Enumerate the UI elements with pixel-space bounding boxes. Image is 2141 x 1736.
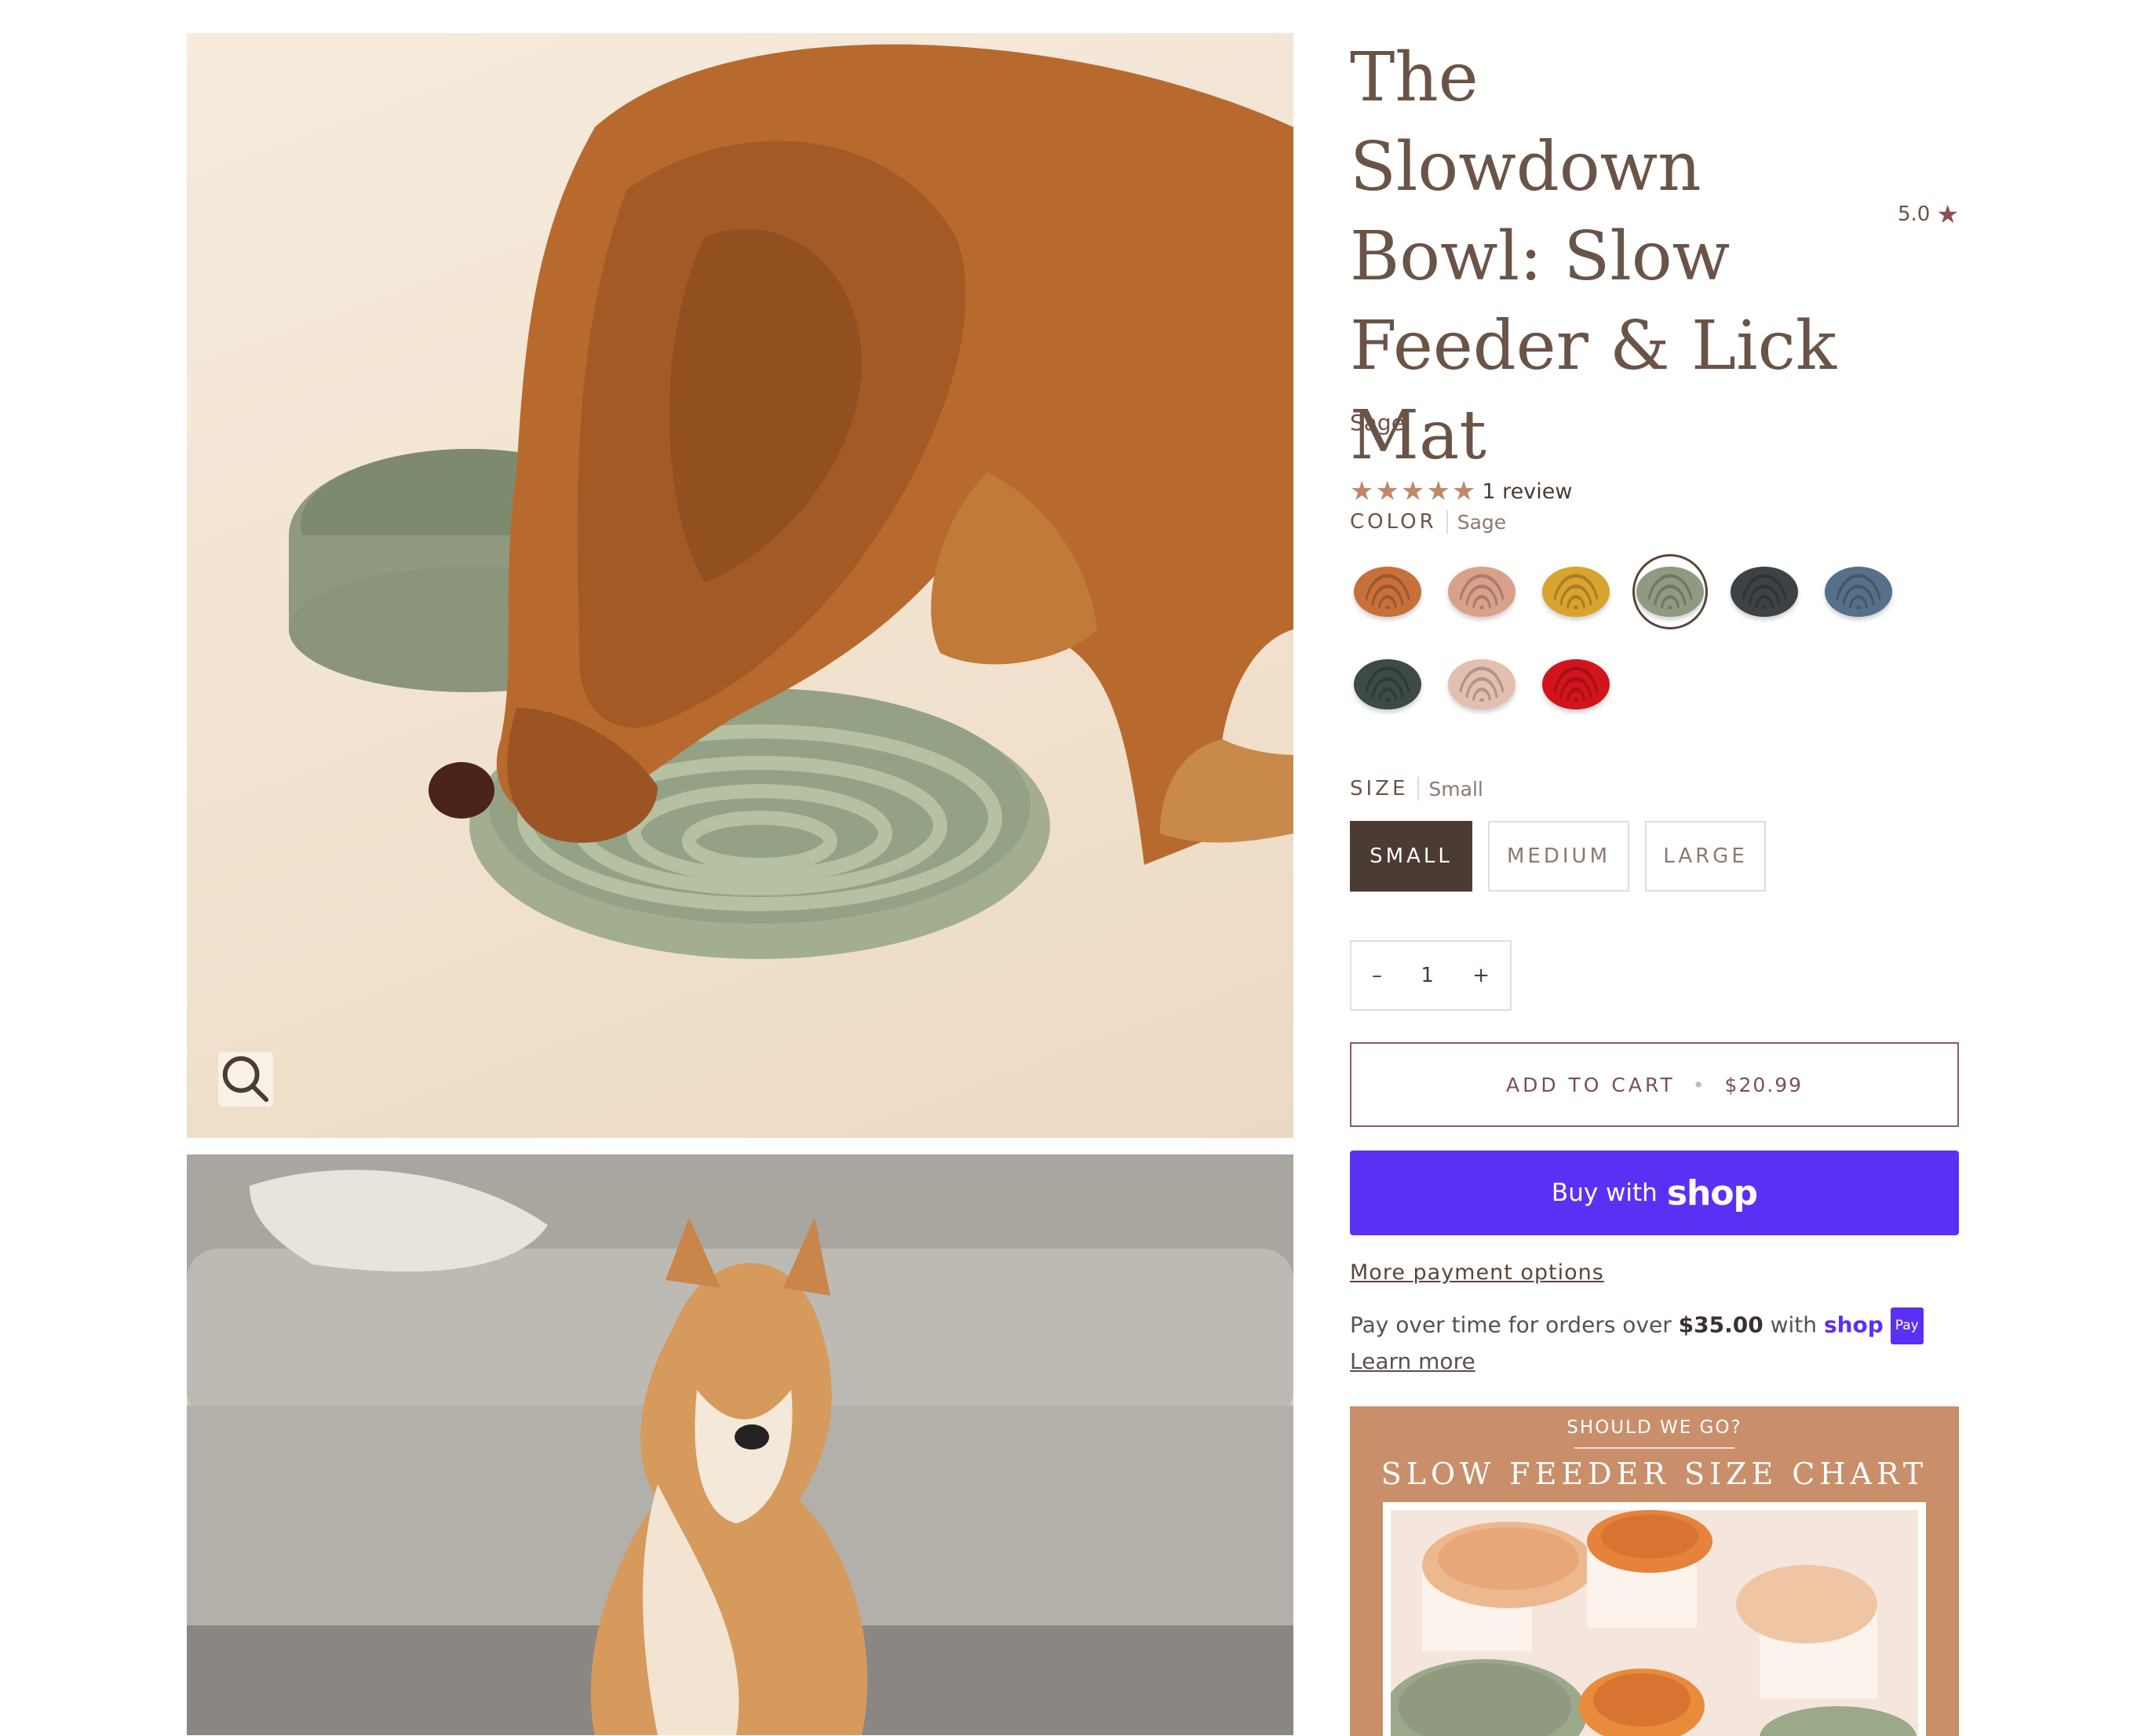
color-swatch-blush[interactable] bbox=[1444, 554, 1519, 629]
rating-summary[interactable]: 5.0 ★ bbox=[1898, 199, 1959, 229]
quantity-stepper: – 1 + bbox=[1350, 940, 1512, 1011]
color-label: COLOR bbox=[1350, 510, 1448, 534]
swatch-bowl-image bbox=[1354, 567, 1421, 617]
installments-amount: $35.00 bbox=[1678, 1311, 1763, 1338]
color-swatch-terracotta[interactable] bbox=[1350, 554, 1425, 629]
star-icon: ★ bbox=[1936, 199, 1959, 229]
rating-value: 5.0 bbox=[1897, 202, 1931, 226]
add-to-cart-button[interactable]: ADD TO CART • $20.99 bbox=[1350, 1042, 1959, 1127]
size-option-label: SIZE Small bbox=[1350, 777, 1483, 801]
swatch-bowl-image bbox=[1448, 659, 1515, 709]
size-medium-button[interactable]: MEDIUM bbox=[1488, 821, 1629, 892]
review-summary[interactable]: ★★★★★ 1 review bbox=[1350, 476, 1572, 507]
color-selected-value: Sage bbox=[1457, 510, 1507, 534]
more-payment-options-link[interactable]: More payment options bbox=[1350, 1260, 1604, 1285]
color-swatch-sand-pink[interactable] bbox=[1444, 647, 1519, 722]
size-small-button[interactable]: SMALL bbox=[1350, 821, 1472, 892]
product-image-main[interactable] bbox=[187, 33, 1293, 1138]
selected-variant-name: Sage bbox=[1350, 410, 1405, 436]
zoom-button[interactable] bbox=[218, 1052, 273, 1107]
product-title: The Slowdown Bowl: Slow Feeder & Lick Ma… bbox=[1350, 38, 1836, 475]
color-option-label: COLOR Sage bbox=[1350, 510, 1506, 534]
quantity-increase-button[interactable]: + bbox=[1472, 964, 1490, 987]
shop-pay-badge: Pay bbox=[1890, 1307, 1924, 1344]
installments-text: Pay over time for orders over bbox=[1350, 1311, 1679, 1338]
size-label: SIZE bbox=[1350, 777, 1420, 801]
swatch-bowl-image bbox=[1731, 567, 1798, 617]
swatch-bowl-image bbox=[1448, 567, 1515, 617]
quantity-decrease-button[interactable]: – bbox=[1372, 964, 1382, 987]
shop-logo: shop bbox=[1666, 1173, 1758, 1213]
swatch-bowl-image bbox=[1636, 567, 1704, 617]
buy-with-label: Buy with bbox=[1551, 1179, 1658, 1207]
shiba-inu-on-couch-photo bbox=[187, 1154, 1293, 1735]
size-large-button[interactable]: LARGE bbox=[1645, 821, 1766, 892]
search-icon bbox=[222, 1056, 269, 1103]
swatch-bowl-image bbox=[1542, 659, 1610, 709]
price: $20.99 bbox=[1724, 1073, 1804, 1096]
bowls-comparison-photo bbox=[1391, 1510, 1918, 1736]
swatch-bowl-image bbox=[1825, 567, 1892, 617]
color-swatch-red[interactable] bbox=[1538, 647, 1614, 722]
size-chart-kicker: SHOULD WE GO? bbox=[1567, 1417, 1742, 1438]
learn-more-link[interactable]: Learn more bbox=[1350, 1348, 1475, 1374]
product-image-secondary[interactable] bbox=[187, 1154, 1293, 1735]
quantity-input[interactable]: 1 bbox=[1421, 964, 1434, 987]
size-selected-value: Small bbox=[1428, 777, 1483, 801]
size-chart-photo bbox=[1383, 1502, 1926, 1736]
swatch-bowl-image bbox=[1354, 659, 1421, 709]
color-swatches bbox=[1350, 554, 1915, 722]
installments-with: with bbox=[1763, 1311, 1824, 1338]
swatch-bowl-image bbox=[1542, 567, 1610, 617]
size-buttons: SMALL MEDIUM LARGE bbox=[1350, 821, 1766, 892]
review-count: 1 review bbox=[1482, 479, 1573, 504]
color-swatch-sage[interactable] bbox=[1632, 554, 1708, 629]
color-swatch-slate-blue[interactable] bbox=[1821, 554, 1896, 629]
color-swatch-mustard[interactable] bbox=[1538, 554, 1614, 629]
golden-retriever-eating-photo bbox=[289, 44, 1293, 959]
size-chart-banner[interactable]: SHOULD WE GO? SLOW FEEDER SIZE CHART bbox=[1350, 1406, 1959, 1736]
add-to-cart-label: ADD TO CART bbox=[1505, 1073, 1676, 1096]
star-rating-icons: ★★★★★ bbox=[1350, 476, 1478, 507]
price-separator: • bbox=[1692, 1073, 1708, 1096]
buy-with-shop-button[interactable]: Buy with shop bbox=[1350, 1151, 1959, 1235]
installments-message: Pay over time for orders over $35.00 wit… bbox=[1350, 1307, 1959, 1378]
shop-pay-logo: shop bbox=[1823, 1311, 1884, 1338]
size-chart-heading: SLOW FEEDER SIZE CHART bbox=[1381, 1457, 1928, 1491]
color-swatch-forest[interactable] bbox=[1350, 647, 1425, 722]
color-swatch-charcoal[interactable] bbox=[1727, 554, 1802, 629]
kicker-divider bbox=[1574, 1447, 1734, 1449]
